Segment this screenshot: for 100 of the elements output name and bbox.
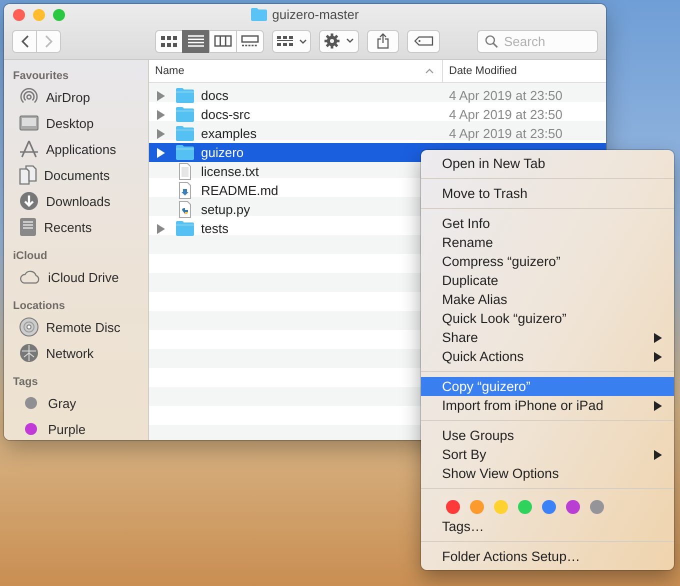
gear-icon bbox=[324, 33, 354, 49]
back-button[interactable] bbox=[12, 30, 37, 52]
disclosure-triangle-icon[interactable] bbox=[157, 128, 165, 138]
cloud-icon bbox=[19, 270, 41, 284]
folder-icon bbox=[176, 107, 194, 122]
tag-color-dot[interactable] bbox=[470, 500, 484, 514]
folder-icon bbox=[176, 126, 194, 141]
menu-item[interactable]: Share bbox=[421, 328, 674, 347]
name-column-header[interactable]: Name bbox=[149, 60, 443, 82]
date-modified: 4 Apr 2019 at 23:50 bbox=[449, 88, 562, 103]
column-title: Name bbox=[155, 65, 184, 77]
folder-icon bbox=[251, 8, 268, 21]
download-icon bbox=[19, 191, 39, 211]
document-icon bbox=[19, 165, 37, 185]
file-name: docs-src bbox=[201, 107, 250, 122]
file-row[interactable]: docs-src 4 Apr 2019 at 23:50 bbox=[149, 105, 606, 124]
sidebar-item[interactable]: Downloads bbox=[4, 188, 148, 214]
menu-item[interactable]: Compress “guizero” bbox=[421, 252, 674, 271]
file-row[interactable]: docs 4 Apr 2019 at 23:50 bbox=[149, 86, 606, 105]
gallery-icon bbox=[241, 35, 259, 47]
apps-icon bbox=[19, 139, 39, 159]
tag-button[interactable] bbox=[407, 30, 440, 52]
sidebar-heading: iCloud bbox=[12, 249, 48, 264]
group-icon bbox=[276, 36, 307, 46]
sidebar-item[interactable]: Network bbox=[4, 340, 148, 366]
folder-icon bbox=[176, 221, 194, 236]
file-name: guizero bbox=[201, 145, 244, 160]
menu-item[interactable]: Move to Trash bbox=[421, 184, 674, 203]
disc-icon bbox=[19, 317, 39, 337]
sidebar-item[interactable]: AirDrop bbox=[4, 84, 148, 110]
tag-color-dot[interactable] bbox=[446, 500, 460, 514]
menu-item[interactable]: Sort By bbox=[421, 445, 674, 464]
tag-color-dot[interactable] bbox=[542, 500, 556, 514]
columns-view-button[interactable] bbox=[209, 30, 237, 52]
folder-icon bbox=[176, 145, 194, 160]
tray-icon bbox=[19, 217, 37, 237]
group-button[interactable] bbox=[272, 30, 312, 52]
menu-item[interactable]: Folder Actions Setup… bbox=[421, 547, 674, 566]
zoom-button[interactable] bbox=[53, 9, 65, 21]
file-row[interactable]: examples 4 Apr 2019 at 23:50 bbox=[149, 124, 606, 143]
menu-item[interactable]: Import from iPhone or iPad bbox=[421, 396, 674, 415]
share-button[interactable] bbox=[366, 30, 400, 52]
sidebar-item[interactable]: Applications bbox=[4, 136, 148, 162]
list-view-button[interactable] bbox=[182, 30, 210, 52]
forward-icon bbox=[44, 34, 52, 48]
list-icon bbox=[188, 35, 204, 47]
tag-color-dot[interactable] bbox=[494, 500, 508, 514]
sidebar-item[interactable]: Gray bbox=[4, 390, 148, 416]
file-name: setup.py bbox=[201, 202, 250, 217]
tag-color-dot[interactable] bbox=[590, 500, 604, 514]
tag-color-dot[interactable] bbox=[518, 500, 532, 514]
disclosure-triangle-icon[interactable] bbox=[157, 148, 165, 158]
folder-icon bbox=[176, 88, 194, 103]
menu-item[interactable]: Rename bbox=[421, 233, 674, 252]
sidebar-item[interactable]: Recents bbox=[4, 214, 148, 240]
menu-item[interactable]: Show View Options bbox=[421, 464, 674, 483]
sidebar-item[interactable]: Documents bbox=[4, 162, 148, 188]
sort-caret-icon bbox=[425, 68, 434, 74]
grid-icon bbox=[161, 36, 177, 46]
icons-view-button[interactable] bbox=[155, 30, 183, 52]
markdown-file-icon bbox=[176, 182, 194, 199]
text-file-icon bbox=[176, 163, 194, 180]
file-name: examples bbox=[201, 126, 257, 141]
window-title: guizero-master bbox=[272, 7, 359, 22]
file-name: license.txt bbox=[201, 164, 259, 179]
date-column-header[interactable]: Date Modified bbox=[443, 60, 517, 82]
menu-item[interactable]: Duplicate bbox=[421, 271, 674, 290]
settings-button[interactable] bbox=[319, 30, 359, 52]
menu-item[interactable]: Use Groups bbox=[421, 426, 674, 445]
sidebar-heading: Locations bbox=[12, 299, 66, 314]
columns-icon bbox=[214, 35, 232, 47]
file-name: docs bbox=[201, 88, 228, 103]
menu-item[interactable]: Copy “guizero” bbox=[421, 377, 674, 396]
menu-item[interactable]: Quick Actions bbox=[421, 347, 674, 366]
file-name: README.md bbox=[201, 183, 278, 198]
date-modified: 4 Apr 2019 at 23:50 bbox=[449, 126, 562, 141]
python-file-icon bbox=[176, 201, 194, 218]
file-name: tests bbox=[201, 221, 228, 236]
search-field[interactable]: Search bbox=[477, 30, 598, 52]
close-button[interactable] bbox=[13, 9, 25, 21]
sidebar-heading: Tags bbox=[12, 375, 39, 390]
globe-icon bbox=[19, 343, 39, 363]
gallery-view-button[interactable] bbox=[236, 30, 264, 52]
tag-icon bbox=[414, 36, 434, 46]
sidebar-item[interactable]: Desktop bbox=[4, 110, 148, 136]
back-icon bbox=[20, 34, 28, 48]
menu-item[interactable]: Quick Look “guizero” bbox=[421, 309, 674, 328]
disclosure-triangle-icon[interactable] bbox=[157, 90, 165, 100]
disclosure-triangle-icon[interactable] bbox=[157, 110, 165, 120]
date-modified: 4 Apr 2019 at 23:50 bbox=[449, 107, 562, 122]
sidebar-item[interactable]: Remote Disc bbox=[4, 314, 148, 340]
tag-color-dot[interactable] bbox=[566, 500, 580, 514]
share-icon bbox=[376, 33, 389, 49]
menu-item[interactable]: Make Alias bbox=[421, 290, 674, 309]
sidebar-item[interactable]: iCloud Drive bbox=[4, 264, 148, 290]
sidebar-item[interactable]: Purple bbox=[4, 416, 148, 440]
sidebar-heading: Favourites bbox=[12, 69, 70, 84]
disclosure-triangle-icon[interactable] bbox=[157, 224, 165, 234]
monitor-icon bbox=[19, 115, 39, 131]
menu-item[interactable]: Tags… bbox=[421, 517, 674, 536]
